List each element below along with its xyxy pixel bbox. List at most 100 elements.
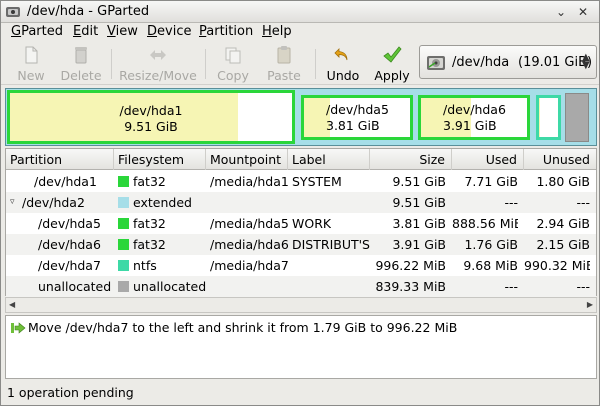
menu-label-rest: evice [157,24,192,39]
operation-text: Move /dev/hda7 to the left and shrink it… [28,320,458,335]
resize-label: Resize/Move [119,68,197,83]
cell-filesystem: fat32 [133,216,166,231]
menu-device[interactable]: Device [144,24,194,39]
title-bar[interactable]: /dev/hda - GParted ⌄ ✕ [1,1,599,23]
cell-partition: /dev/hda6 [38,237,101,252]
toolbar-separator [315,49,316,79]
partition-map: /dev/hda1 9.51 GiB /dev/hda5 3.81 GiB /d… [5,88,597,146]
cell-size: 996.22 MiB [375,258,446,273]
cell-mountpoint: /media/hda5 [210,216,289,231]
cell-filesystem: fat32 [133,237,166,252]
cell-mountpoint: /media/hda1 [210,174,289,189]
device-selector[interactable]: /dev/hda (19.01 GiB) ▲ ▼ [419,45,597,79]
table-row[interactable]: /dev/hda5 fat32 /media/hda5 WORK 3.81 Gi… [6,213,596,234]
cell-partition: /dev/hda1 [34,174,97,189]
cell-unused: 990.32 MiB [524,258,590,273]
cell-partition: /dev/hda7 [38,258,101,273]
cell-filesystem: ntfs [133,258,157,273]
map-partition-hda5[interactable]: /dev/hda5 3.81 GiB [301,95,413,140]
trash-icon [75,47,87,64]
expander-down-icon[interactable]: ▿ [10,192,15,213]
fat32-color-swatch [118,218,129,229]
resize-move-button[interactable]: Resize/Move [117,45,199,83]
column-mountpoint[interactable]: Mountpoint [206,149,288,170]
cell-label: DISTRIBUT'S [292,237,370,252]
column-label[interactable]: Label [288,149,370,170]
cell-unused: --- [576,195,590,210]
cell-size: 3.81 GiB [392,216,446,231]
fat32-color-swatch [118,176,129,187]
cell-unused: 1.80 GiB [536,174,590,189]
map-unallocated[interactable] [565,93,589,142]
cell-filesystem: extended [133,195,192,210]
cell-mountpoint: /media/hda6 [210,237,289,252]
extended-color-swatch [118,197,129,208]
operations-list: Move /dev/hda7 to the left and shrink it… [5,315,597,379]
menu-partition[interactable]: Partition [196,24,256,39]
gparted-app-icon [6,7,20,17]
cell-used: 9.68 MiB [463,258,518,273]
cell-used: 888.56 MiB [452,216,518,231]
cell-partition: unallocated [38,279,112,294]
undo-button[interactable]: Undo [323,45,363,83]
map-partition-size: 3.91 GiB [443,118,497,133]
minimize-button[interactable]: ⌄ [553,4,569,20]
cell-label: WORK [292,216,332,231]
menu-view[interactable]: View [104,24,141,39]
used-space-fill [539,98,540,137]
menu-help[interactable]: Help [259,24,295,39]
table-header: Partition Filesystem Mountpoint Label Si… [6,149,596,170]
menu-edit[interactable]: Edit [70,24,101,39]
copy-button[interactable]: Copy [213,45,253,83]
menu-label-rest: Parted [21,24,63,39]
scroll-right-icon[interactable]: ▶ [587,300,593,309]
menu-mnemonic: D [147,24,158,39]
map-partition-hda1[interactable]: /dev/hda1 9.51 GiB [7,90,295,144]
cell-used: --- [504,195,518,210]
ntfs-color-swatch [118,260,129,271]
undo-label: Undo [326,68,360,83]
scroll-left-icon[interactable]: ◀ [9,300,15,309]
device-size: (19.01 GiB) [518,55,593,70]
device-name: /dev/hda [452,55,510,70]
cell-filesystem: unallocated [133,279,207,294]
map-partition-hda7[interactable] [536,95,561,140]
map-partition-name: /dev/hda5 [326,102,389,117]
menu-mnemonic: H [262,24,272,39]
cell-unused: 2.94 GiB [536,216,590,231]
column-used[interactable]: Used [452,149,524,170]
paste-button[interactable]: Paste [263,45,305,83]
map-partition-size: 9.51 GiB [124,119,178,134]
new-document-icon [25,46,38,64]
operation-item[interactable]: Move /dev/hda7 to the left and shrink it… [6,316,596,338]
cell-label: SYSTEM [292,174,342,189]
table-row[interactable]: /dev/hda7 ntfs /media/hda7 996.22 MiB 9.… [6,255,596,276]
new-button[interactable]: New [13,45,49,83]
cell-size: 839.33 MiB [375,279,446,294]
cell-filesystem: fat32 [133,174,166,189]
cell-size: 9.51 GiB [392,174,446,189]
table-row[interactable]: unallocated unallocated 839.33 MiB --- -… [6,276,596,297]
horizontal-scrollbar[interactable]: ◀ ▶ [5,297,597,313]
column-filesystem[interactable]: Filesystem [114,149,206,170]
column-partition[interactable]: Partition [6,149,114,170]
delete-button[interactable]: Delete [57,45,105,83]
table-row[interactable]: ▿ /dev/hda2 extended 9.51 GiB --- --- [6,192,596,213]
column-unused[interactable]: Unused [524,149,596,170]
table-row[interactable]: /dev/hda1 fat32 /media/hda1 SYSTEM 9.51 … [6,171,596,192]
toolbar-separator [111,49,112,79]
apply-label: Apply [374,68,410,83]
apply-button[interactable]: Apply [371,45,413,83]
map-partition-hda6[interactable]: /dev/hda6 3.91 GiB [418,95,530,140]
table-row[interactable]: /dev/hda6 fat32 /media/hda6 DISTRIBUT'S … [6,234,596,255]
menu-gparted[interactable]: GParted [8,24,66,39]
column-size[interactable]: Size [370,149,452,170]
chevron-down-icon: ⌄ [555,5,567,19]
paste-icon [277,46,291,64]
map-label: /dev/hda5 3.81 GiB [304,102,410,134]
cell-used: --- [504,279,518,294]
move-arrow-icon [11,322,26,334]
cell-used: 7.71 GiB [464,174,518,189]
cell-partition: /dev/hda2 [22,195,85,210]
close-button[interactable]: ✕ [575,4,591,20]
